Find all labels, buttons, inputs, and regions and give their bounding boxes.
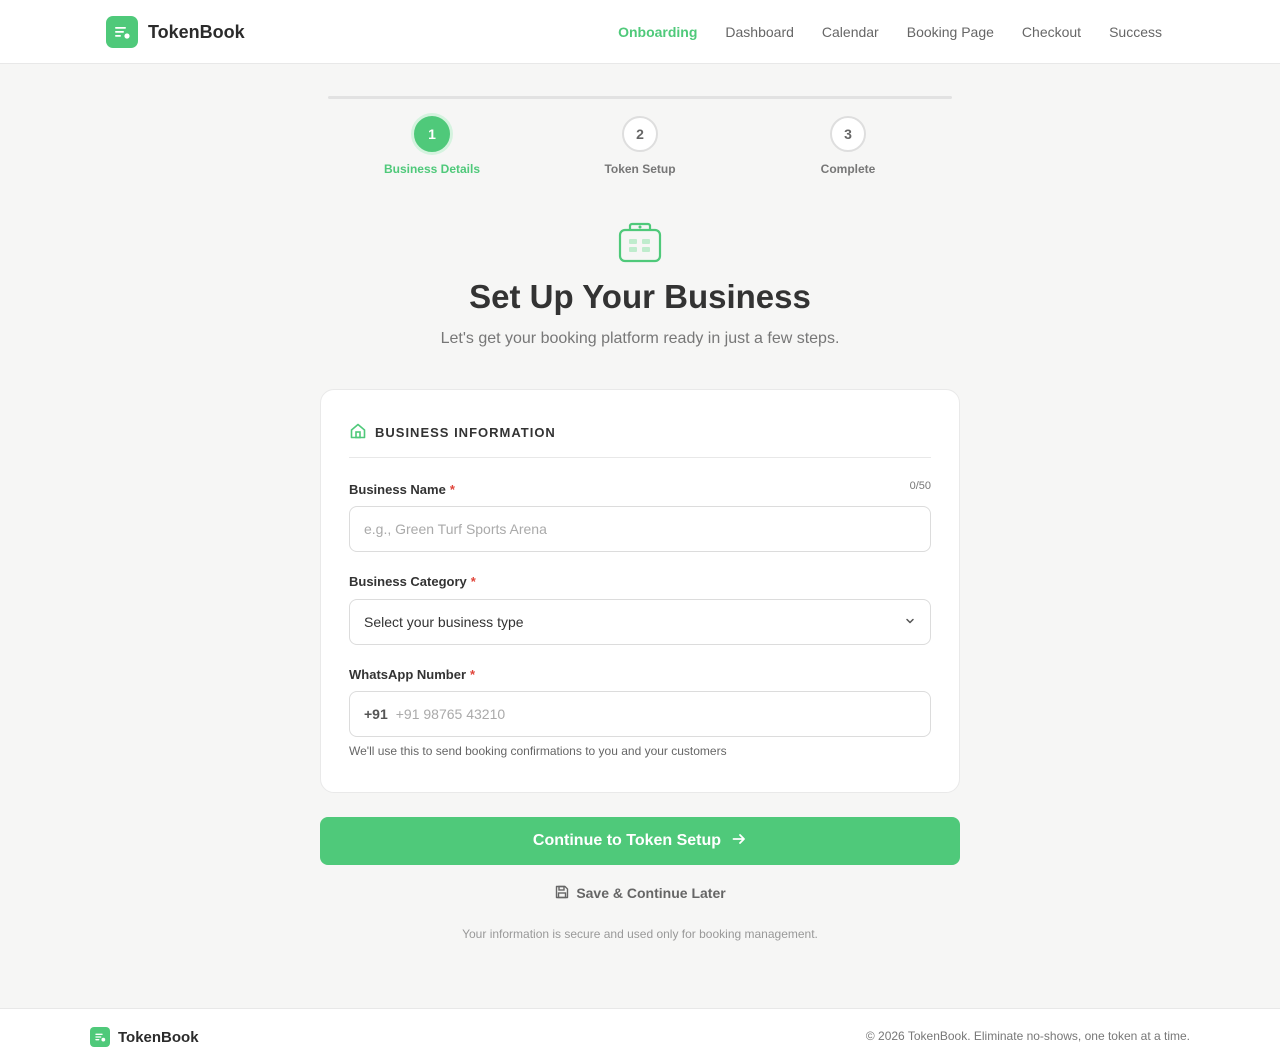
step-number: 1 bbox=[414, 116, 450, 152]
business-name-input[interactable] bbox=[349, 506, 931, 552]
required-mark: * bbox=[470, 667, 476, 682]
save-continue-later-label: Save & Continue Later bbox=[576, 885, 726, 901]
country-code-prefix: +91 bbox=[364, 706, 388, 722]
business-name-label-text: Business Name bbox=[349, 482, 446, 497]
save-continue-later-container: Save & Continue Later bbox=[0, 883, 1280, 903]
required-mark: * bbox=[470, 574, 476, 589]
top-header: TokenBook Onboarding Dashboard Calendar … bbox=[0, 0, 1280, 64]
security-note: Your information is secure and used only… bbox=[462, 927, 818, 941]
calendar-store-icon bbox=[618, 222, 662, 264]
whatsapp-label-text: WhatsApp Number bbox=[349, 667, 466, 682]
footer-brand-name: TokenBook bbox=[118, 1028, 199, 1046]
save-continue-later-button[interactable]: Save & Continue Later bbox=[554, 884, 726, 903]
step-label: Business Details bbox=[383, 162, 481, 176]
chevron-down-icon bbox=[904, 614, 916, 630]
nav-checkout[interactable]: Checkout bbox=[1022, 24, 1081, 40]
footer: TokenBook © 2026 TokenBook. Eliminate no… bbox=[0, 1008, 1280, 1064]
continue-button-label: Continue to Token Setup bbox=[532, 832, 722, 849]
step-number: 3 bbox=[830, 116, 866, 152]
logo-icon bbox=[90, 1027, 110, 1047]
whatsapp-hint: We'll use this to send booking confirmat… bbox=[349, 744, 727, 758]
footer-brand[interactable]: TokenBook bbox=[90, 1027, 199, 1047]
business-category-label: Business Category * bbox=[349, 574, 476, 589]
step-label: Complete bbox=[820, 162, 876, 176]
step-token-setup: 2 Token Setup bbox=[570, 116, 710, 176]
nav-booking-page[interactable]: Booking Page bbox=[907, 24, 994, 40]
business-name-label: Business Name * bbox=[349, 482, 455, 497]
nav-calendar[interactable]: Calendar bbox=[822, 24, 879, 40]
brand[interactable]: TokenBook bbox=[106, 16, 245, 48]
nav-dashboard[interactable]: Dashboard bbox=[725, 24, 794, 40]
main-nav: Onboarding Dashboard Calendar Booking Pa… bbox=[618, 0, 1162, 64]
step-label: Token Setup bbox=[604, 162, 676, 176]
business-info-card: BUSINESS INFORMATION Business Name * 0/50… bbox=[320, 389, 960, 793]
business-category-selected: Select your business type bbox=[364, 614, 524, 630]
brand-name: TokenBook bbox=[148, 21, 245, 42]
continue-button[interactable]: Continue to Token Setup bbox=[320, 817, 960, 865]
page-title: Set Up Your Business bbox=[469, 278, 811, 315]
nav-success[interactable]: Success bbox=[1109, 24, 1162, 40]
progress-stepper: 1 Business Details 2 Token Setup 3 Compl… bbox=[328, 96, 952, 180]
business-category-select[interactable]: Select your business type bbox=[349, 599, 931, 645]
whatsapp-label: WhatsApp Number * bbox=[349, 667, 475, 682]
required-mark: * bbox=[449, 482, 455, 497]
section-title: BUSINESS INFORMATION bbox=[375, 425, 556, 440]
business-category-label-text: Business Category bbox=[349, 574, 467, 589]
whatsapp-field[interactable]: +91 bbox=[349, 691, 931, 737]
arrow-right-icon bbox=[731, 831, 747, 852]
step-number: 2 bbox=[622, 116, 658, 152]
card-header: BUSINESS INFORMATION bbox=[349, 422, 931, 458]
business-name-counter: 0/50 bbox=[909, 480, 931, 492]
page-subtitle: Let's get your booking platform ready in… bbox=[440, 330, 840, 347]
whatsapp-input[interactable] bbox=[395, 706, 916, 722]
logo-icon bbox=[106, 16, 138, 48]
step-complete: 3 Complete bbox=[778, 116, 918, 176]
save-icon bbox=[554, 884, 570, 903]
stepper-track bbox=[328, 96, 952, 99]
step-business-details: 1 Business Details bbox=[362, 116, 502, 176]
home-icon bbox=[349, 422, 367, 445]
copyright: © 2026 TokenBook. Eliminate no-shows, on… bbox=[865, 1029, 1190, 1043]
nav-onboarding[interactable]: Onboarding bbox=[618, 24, 697, 40]
